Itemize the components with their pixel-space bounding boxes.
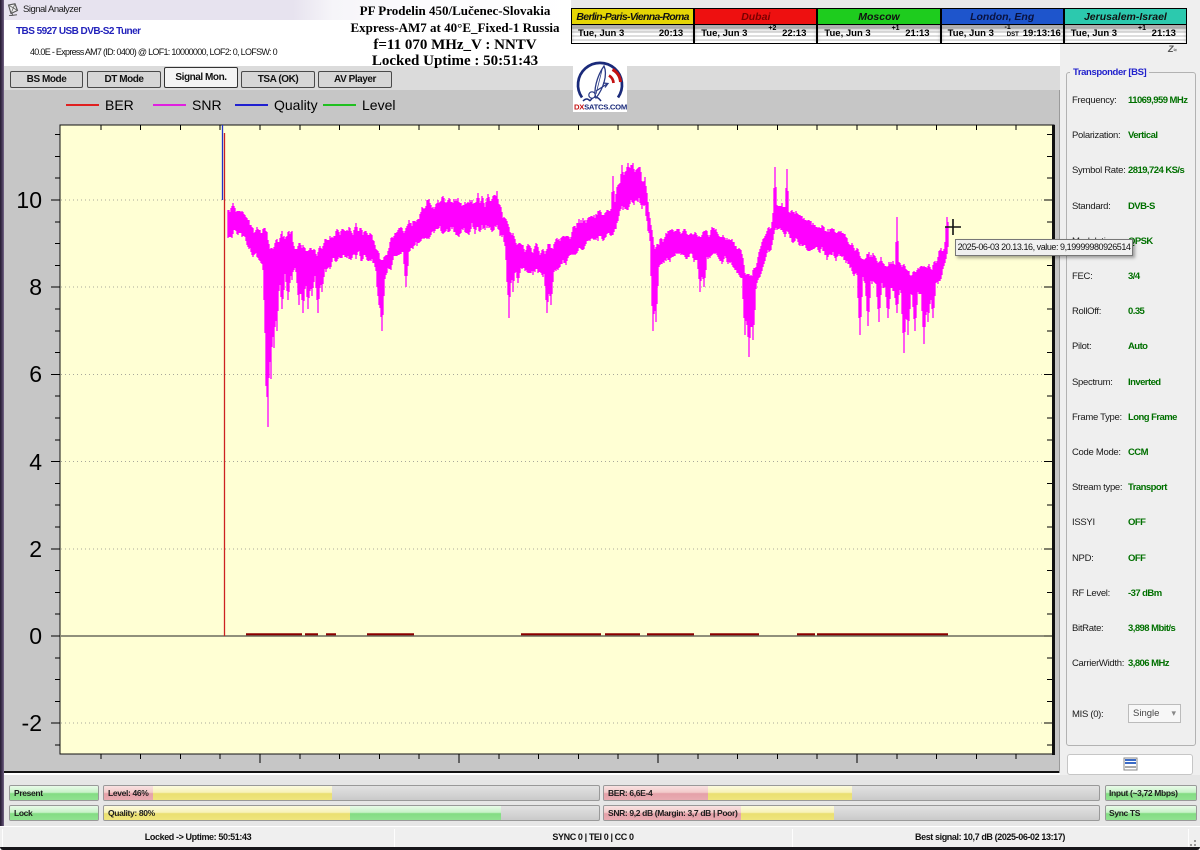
svg-text:6: 6	[29, 361, 42, 387]
svg-text:DXSATCS.COM: DXSATCS.COM	[574, 103, 627, 112]
svg-text:-2: -2	[22, 710, 42, 736]
svg-text:8: 8	[29, 274, 42, 300]
svg-text:2: 2	[29, 536, 42, 562]
svg-text:0: 0	[29, 623, 42, 649]
svg-text:4: 4	[29, 449, 42, 475]
svg-text:10: 10	[16, 187, 42, 213]
